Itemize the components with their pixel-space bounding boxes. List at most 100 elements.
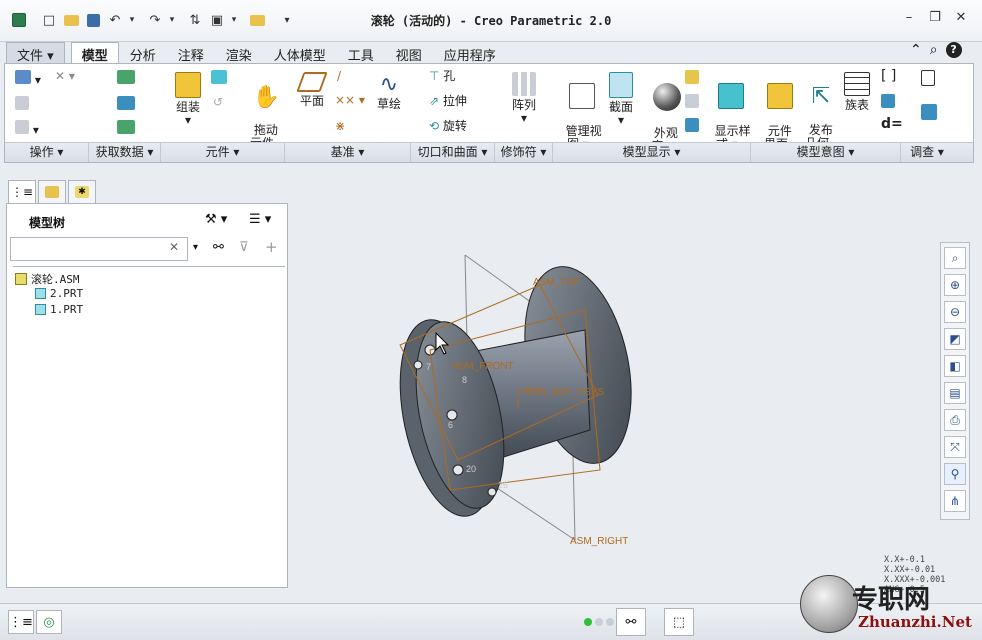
- folder-browser-tab-icon[interactable]: [38, 180, 66, 204]
- investigate-icon-1[interactable]: [921, 70, 935, 89]
- csys-icon[interactable]: ⋇: [335, 120, 345, 133]
- spin-center-icon[interactable]: ⚲: [944, 463, 966, 485]
- settings-icon[interactable]: ⚒ ▾: [205, 212, 227, 227]
- repeat-icon[interactable]: ↺: [213, 96, 223, 109]
- search-input[interactable]: ✕: [10, 237, 188, 261]
- display-small-3[interactable]: [685, 118, 699, 135]
- parameters-icon[interactable]: [ ]: [881, 69, 896, 83]
- minimize-icon[interactable]: –: [896, 10, 922, 25]
- zoom-out-icon[interactable]: ⊖: [944, 301, 966, 323]
- view-manager-icon[interactable]: ⎙: [944, 409, 966, 431]
- copy-button[interactable]: [15, 96, 29, 113]
- view-toolbar: ⌕ ⊕ ⊖ ◩ ◧ ▤ ⎙ ⤧ ⚲ ⋔: [940, 242, 970, 520]
- sketch-icon: ∿: [379, 72, 399, 97]
- search-icon[interactable]: ⌕: [930, 42, 938, 58]
- hand-icon: ✋: [252, 85, 281, 110]
- tab-model[interactable]: 模型: [70, 42, 119, 64]
- display-style-icon[interactable]: ◧: [944, 355, 966, 377]
- datum-display-filters-icon[interactable]: ⤧: [944, 436, 966, 458]
- group-get-data[interactable]: 获取数据 ▾: [89, 143, 161, 162]
- delete-button[interactable]: ✕ ▾: [55, 70, 75, 83]
- component-interface-icon: [766, 83, 793, 109]
- tab-analysis[interactable]: 分析: [119, 42, 167, 64]
- component-icon-small[interactable]: [211, 70, 227, 87]
- model-tree-tab-icon[interactable]: ⋮≡: [8, 180, 36, 204]
- restore-icon[interactable]: ❐: [922, 10, 948, 25]
- group-model-intent[interactable]: 模型意图 ▾: [751, 143, 901, 162]
- extrude-button[interactable]: ⇗ 拉伸: [429, 95, 467, 108]
- search-dropdown-icon[interactable]: ▾: [193, 242, 198, 253]
- tree-node-part-2[interactable]: 2.PRT: [35, 287, 83, 300]
- group-modifier[interactable]: 修饰符 ▾: [495, 143, 553, 162]
- model-tree-panel: 模型树 ⚒ ▾ ☰ ▾ ✕ ▾ ⚯ ⊽ + 滚轮.ASM 2.PRT 1.PRT: [6, 203, 288, 588]
- revolve-button[interactable]: ⟲ 旋转: [429, 120, 467, 133]
- graphics-window[interactable]: ASM_TOP ASM_FRONT ASM_DEF_CSYS ASM_RIGHT…: [290, 170, 980, 600]
- dimension-label: 7: [426, 362, 431, 372]
- bolt-hole: [446, 409, 458, 421]
- repaint-icon[interactable]: ◩: [944, 328, 966, 350]
- sketch-button[interactable]: ∿ 草绘: [371, 72, 407, 111]
- hole-button[interactable]: ⊤ 孔: [429, 70, 455, 83]
- revolve-label: 旋转: [442, 119, 467, 133]
- group-model-intent-label: 模型意图: [796, 145, 845, 159]
- tab-render[interactable]: 渲染: [215, 42, 263, 64]
- show-navigator-icon[interactable]: ⋮≡: [8, 610, 34, 634]
- saved-orientations-icon[interactable]: ▤: [944, 382, 966, 404]
- favorites-tab-icon[interactable]: ✱: [68, 180, 96, 204]
- section-button[interactable]: 截面 ▾: [605, 72, 637, 127]
- plane-button[interactable]: 平面: [295, 72, 329, 108]
- paste-button[interactable]: ▾: [15, 120, 39, 137]
- pattern-button[interactable]: 阵列 ▾: [507, 72, 541, 125]
- help-icon[interactable]: ?: [945, 42, 962, 58]
- show-icon[interactable]: ☰ ▾: [249, 212, 271, 227]
- axis-icon[interactable]: /: [337, 70, 341, 83]
- group-get-data-label: 获取数据: [95, 145, 144, 159]
- box-select-icon[interactable]: ⬚: [664, 608, 694, 636]
- close-icon[interactable]: ✕: [948, 10, 974, 25]
- group-investigate[interactable]: 调查 ▾: [901, 143, 953, 162]
- group-model-display[interactable]: 模型显示 ▾: [553, 143, 751, 162]
- manage-views-icon: [568, 83, 595, 109]
- group-datum[interactable]: 基准 ▾: [285, 143, 411, 162]
- group-component[interactable]: 元件 ▾: [161, 143, 285, 162]
- tab-annotate[interactable]: 注释: [167, 42, 215, 64]
- get-data-icon-2[interactable]: [117, 96, 135, 113]
- group-cut-surface[interactable]: 切口和曲面 ▾: [411, 143, 495, 162]
- find-icon[interactable]: ⚯: [616, 608, 646, 636]
- assemble-button[interactable]: 组装 ▾: [170, 72, 206, 127]
- tab-tools[interactable]: 工具: [337, 42, 385, 64]
- collapse-ribbon-icon[interactable]: ⌃: [910, 42, 922, 58]
- regenerate-button[interactable]: ▾: [15, 70, 41, 87]
- filter-icon[interactable]: ⊽: [239, 240, 249, 255]
- get-data-icon-3[interactable]: [117, 120, 135, 137]
- tree-node-part-2-label: 2.PRT: [50, 287, 84, 300]
- family-table-button[interactable]: 族表: [841, 72, 873, 112]
- group-operations[interactable]: 操作 ▾: [5, 143, 89, 162]
- display-small-1[interactable]: [685, 70, 699, 87]
- group-component-label: 元件: [205, 145, 230, 159]
- status-dot-grey: [606, 618, 614, 626]
- find-binoculars-icon[interactable]: ⚯: [213, 240, 224, 255]
- refit-icon[interactable]: ⌕: [944, 247, 966, 269]
- display-small-2[interactable]: [685, 94, 699, 111]
- relations-icon[interactable]: [881, 94, 895, 111]
- switch-dimensions-icon[interactable]: d=: [881, 117, 903, 131]
- zoom-in-icon[interactable]: ⊕: [944, 274, 966, 296]
- tab-file[interactable]: 文件 ▾: [6, 42, 65, 64]
- tab-applications[interactable]: 应用程序: [433, 42, 507, 64]
- add-icon[interactable]: +: [265, 238, 278, 256]
- tree-node-part-1[interactable]: 1.PRT: [35, 303, 83, 316]
- watermark-url: Zhuanzhi.Net: [858, 613, 972, 631]
- tree-node-asm[interactable]: 滚轮.ASM: [15, 271, 80, 287]
- tab-view[interactable]: 视图: [385, 42, 433, 64]
- annotation-display-icon[interactable]: ⋔: [944, 490, 966, 512]
- show-browser-icon[interactable]: ◎: [36, 610, 62, 634]
- investigate-icon-2[interactable]: [921, 104, 937, 123]
- section-label: 截面: [608, 100, 633, 114]
- get-data-icon-1[interactable]: [117, 70, 135, 87]
- point-icon[interactable]: ×× ▾: [335, 94, 365, 107]
- dimension-label: 6: [448, 420, 453, 430]
- clear-search-icon[interactable]: ✕: [169, 240, 179, 254]
- watermark-text: 专职网: [852, 585, 931, 615]
- tab-manikin[interactable]: 人体模型: [263, 42, 337, 64]
